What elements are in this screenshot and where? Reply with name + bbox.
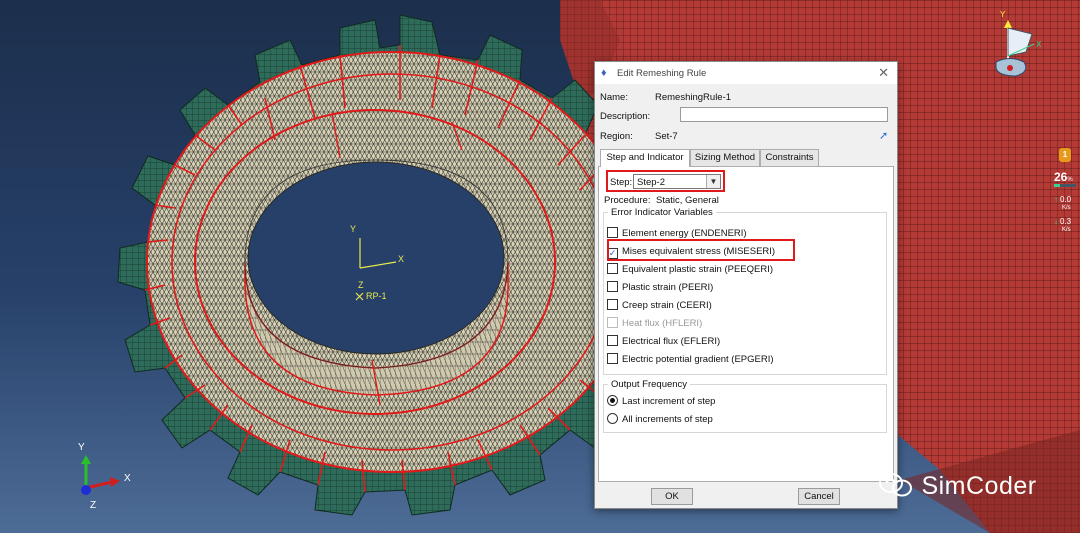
checkbox-hfleri: Heat flux (HFLERI) — [607, 317, 702, 331]
close-icon[interactable]: ✕ — [878, 65, 889, 81]
radio-label: All increments of step — [622, 414, 713, 425]
radio-label: Last increment of step — [622, 396, 716, 407]
edit-remeshing-rule-dialog: ♦ Edit Remeshing Rule ✕ Name: RemeshingR… — [594, 61, 898, 509]
cpu-usage: 26% — [1054, 170, 1073, 184]
checkbox-peeqeri[interactable]: Equivalent plastic strain (PEEQERI) — [607, 263, 773, 277]
ref-point-label: RP-1 — [366, 291, 387, 301]
procedure-label: Procedure: — [604, 195, 651, 206]
shield-badge-icon: 1 — [1059, 148, 1071, 162]
select-region-arrow-icon[interactable]: ➚ — [879, 129, 888, 142]
checkbox-label: Creep strain (CEERI) — [622, 300, 712, 311]
tab-step-and-indicator[interactable]: Step and Indicator — [600, 149, 690, 167]
ok-button[interactable]: OK — [651, 488, 693, 505]
output-frequency-group-title: Output Frequency — [611, 379, 688, 390]
csys-z-label: Z — [358, 280, 364, 290]
step-select[interactable]: Step-2 ▼ — [633, 174, 721, 189]
name-label: Name: — [600, 92, 628, 103]
global-triad-icon — [81, 455, 120, 495]
name-value: RemeshingRule-1 — [655, 92, 732, 103]
region-value: Set-7 — [655, 131, 678, 142]
upload-rate: ↑ 0.0 K/s — [1054, 195, 1072, 212]
checkbox-box[interactable] — [607, 335, 618, 346]
error-indicator-group-title: Error Indicator Variables — [611, 207, 713, 218]
checkbox-box[interactable] — [607, 263, 618, 274]
checkbox-label: Plastic strain (PEERI) — [622, 282, 714, 293]
watermark-text: SimCoder — [921, 472, 1037, 500]
checkbox-label: Element energy (ENDENERI) — [622, 228, 747, 239]
tab-sizing-method[interactable]: Sizing Method — [690, 149, 760, 166]
cpu-usage-bar — [1054, 184, 1076, 187]
checkbox-label: Equivalent plastic strain (PEEQERI) — [622, 264, 774, 275]
viewport-graphics: Y X Z RP-1 Y X Z Y X — [78, 0, 1080, 533]
csys-x-label: X — [398, 254, 404, 264]
checkbox-box — [607, 317, 618, 328]
radio-last-increment[interactable]: Last increment of step — [607, 395, 715, 409]
region-label: Region: — [600, 131, 633, 142]
triad-z-label: Z — [90, 500, 96, 511]
dialog-titlebar[interactable]: ♦ Edit Remeshing Rule ✕ — [595, 62, 897, 84]
abaqus-app-icon: ♦ — [601, 67, 607, 79]
description-input[interactable] — [680, 107, 888, 122]
up-arrow-icon: ↑ — [1054, 195, 1058, 204]
checkbox-box[interactable] — [607, 281, 618, 292]
miseseri-highlight-box — [607, 239, 795, 261]
cancel-button[interactable]: Cancel — [798, 488, 840, 505]
tab-panel: Step: Step-2 ▼ Procedure: Static, Genera… — [598, 166, 894, 482]
description-label: Description: — [600, 111, 651, 122]
radio-all-increments[interactable]: All increments of step — [607, 413, 713, 427]
checkbox-efleri[interactable]: Electrical flux (EFLERI) — [607, 335, 720, 349]
procedure-value: Static, General — [656, 195, 719, 206]
step-select-value: Step-2 — [637, 177, 665, 188]
checkbox-ceeri[interactable]: Creep strain (CEERI) — [607, 299, 712, 313]
checkbox-box[interactable] — [607, 299, 618, 310]
checkbox-peeri[interactable]: Plastic strain (PEERI) — [607, 281, 713, 295]
radio-button[interactable] — [607, 395, 618, 406]
triad-y-label: Y — [78, 442, 85, 453]
tab-constraints[interactable]: Constraints — [760, 149, 819, 166]
wechat-logo-icon — [878, 472, 914, 498]
step-label: Step: — [610, 177, 633, 188]
checkbox-epgeri[interactable]: Electric potential gradient (EPGERI) — [607, 353, 774, 367]
down-arrow-icon: ↓ — [1054, 217, 1058, 226]
checkbox-label: Electric potential gradient (EPGERI) — [622, 354, 774, 365]
step-highlight-box: Step: Step-2 ▼ — [606, 170, 725, 192]
checkbox-label: Heat flux (HFLERI) — [622, 318, 703, 329]
csys-y-label: Y — [350, 224, 356, 234]
download-rate: ↓ 0.3 K/s — [1054, 217, 1072, 234]
checkbox-box[interactable] — [607, 353, 618, 364]
chevron-down-icon[interactable]: ▼ — [706, 175, 720, 188]
watermark: SimCoder — [878, 472, 1037, 501]
triad-x-label: X — [124, 473, 131, 484]
dialog-title: Edit Remeshing Rule — [617, 68, 707, 79]
viewport-canvas[interactable]: Y X Z RP-1 Y X Z Y X — [0, 0, 1080, 533]
cpu-usage-value: 26 — [1054, 170, 1068, 184]
cube-y-label: Y — [1000, 10, 1006, 19]
radio-button[interactable] — [607, 413, 618, 424]
cube-x-label: X — [1036, 40, 1042, 49]
cpu-usage-unit: % — [1067, 177, 1073, 183]
checkbox-label: Electrical flux (EFLERI) — [622, 336, 721, 347]
checkbox-box[interactable] — [607, 227, 618, 238]
